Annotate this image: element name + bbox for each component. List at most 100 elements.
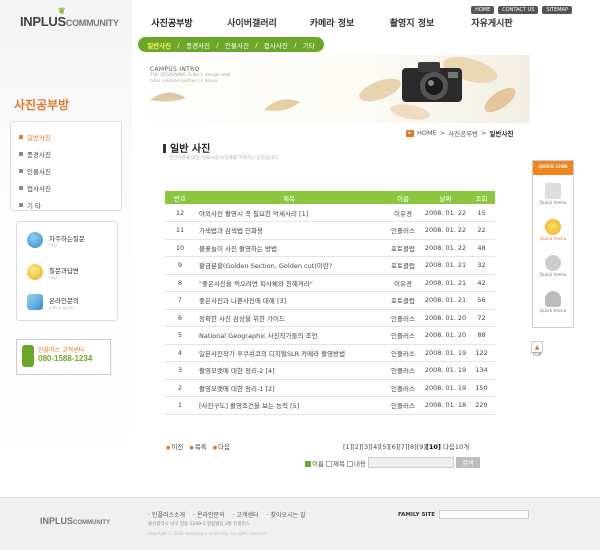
row-views: 22	[468, 221, 495, 240]
subnav-portrait[interactable]: 인물사진	[225, 40, 249, 50]
sidebar-item-etc[interactable]: 기 타	[19, 196, 113, 213]
table-row[interactable]: 2 촬영모랫에 대한 정리-1 [2] 인플러스 2008. 01. 19 150	[165, 379, 495, 397]
row-date: 2008. 01. 18	[423, 396, 468, 415]
tools-icon	[545, 255, 561, 271]
subnav-landscape[interactable]: 풍경사진	[186, 40, 210, 50]
row-author: 인플러스	[383, 344, 423, 362]
footer-copyright: copyright ⓒ 2004 designpara university. …	[148, 531, 268, 536]
quick-menu-3[interactable]: Quick menu	[533, 255, 573, 278]
table-row[interactable]: 6 정확한 사진 감상을 위한 가이드 인플러스 2008. 01. 20 72	[165, 309, 495, 327]
row-title[interactable]: 정확한 사진 감상을 위한 가이드	[195, 309, 383, 327]
row-title[interactable]: [사진구도] 촬영조건을 보는 능력 [5]	[195, 396, 383, 415]
top-link-contact[interactable]: CONTACT US	[498, 6, 539, 14]
row-number: 11	[165, 221, 195, 240]
row-views: 32	[468, 256, 495, 275]
table-row[interactable]: 12 야외사진 촬영시 꼭 필요한 악세사리 [1] 이유경 2008. 01. 22…	[165, 204, 495, 222]
table-row[interactable]: 8 "좋은사진을 찍으려면 피사체와 친해져라" 이유경 2008. 01. 21 42	[165, 274, 495, 292]
table-row[interactable]: 7 좋은사진과 나쁜사진에 대해 [3] 포토클럽 2008. 01. 21 56	[165, 291, 495, 310]
online-inquiry-link[interactable]: 온라인문의 online guide	[27, 294, 79, 310]
next-button[interactable]: 다음	[213, 441, 230, 451]
row-views: 48	[468, 239, 495, 257]
footer-link-directions[interactable]: 찾아오시는 길	[267, 510, 306, 519]
customer-center-box: 인플러스 고객센터 080-1588-1234	[16, 339, 111, 375]
row-title[interactable]: 촬영모랫에 대한 정리-2 [4]	[195, 361, 383, 380]
top-link-home[interactable]: HOME	[471, 6, 495, 14]
row-views: 220	[468, 396, 495, 415]
col-no: 번호	[165, 191, 195, 204]
quick-menu-1[interactable]: Quick menu	[533, 183, 573, 206]
footer-links: 인플러스소개 온라인문의 고객센터 찾아오시는 길	[148, 510, 306, 519]
faq-link[interactable]: 자주하는질문 FAQ	[27, 232, 85, 248]
envelope-icon	[27, 294, 43, 310]
row-title[interactable]: 야외사진 촬영시 꼭 필요한 악세사리 [1]	[195, 204, 383, 222]
table-row[interactable]: 4 일본사진작가 후쿠쉬코의 디지털SLR 카메라 촬영방법 인플러스 2008. 0…	[165, 344, 495, 362]
row-number: 8	[165, 274, 195, 292]
gnb-camera-info[interactable]: 카메라 정보	[292, 16, 372, 29]
breadcrumb: ▸ HOME > 사진공부방 > 일반사진	[406, 128, 513, 138]
row-author: 인플러스	[383, 309, 423, 327]
top-link-sitemap[interactable]: SITEMAP	[542, 6, 572, 14]
top-button[interactable]: ▲ TOP	[531, 341, 543, 358]
search-button[interactable]: 검색	[455, 457, 480, 468]
family-site-select[interactable]	[438, 510, 529, 519]
list-button[interactable]: 목록	[189, 441, 207, 451]
checkbox-icon	[325, 460, 332, 467]
site-logo[interactable]: ❦ INPLUSCOMMUNITY	[20, 6, 119, 29]
row-author: 포토클럽	[383, 239, 423, 257]
qna-link[interactable]: 질문과답변 Q&A	[27, 264, 79, 280]
sidebar-menu: 일반사진 풍경사진 인물사진 접사사진 기 타	[10, 121, 122, 211]
breadcrumb-section[interactable]: 사진공부방	[448, 128, 478, 138]
camera-icon	[402, 62, 462, 102]
leaf-icon	[150, 92, 186, 102]
gnb-cyber-gallery[interactable]: 사이버갤러리	[212, 16, 292, 29]
sidebar-item-macro[interactable]: 접사사진	[19, 179, 113, 196]
banner-title: CAMPUS INTRO	[150, 66, 200, 73]
row-title[interactable]: 황금분할(Golden Section, Golden cut)이란?	[195, 256, 383, 275]
table-row[interactable]: 3 촬영모랫에 대한 정리-2 [4] 인플러스 2008. 01. 19 134	[165, 361, 495, 380]
row-title[interactable]: "좋은사진을 찍으려면 피사체와 친해져라"	[195, 274, 383, 292]
table-row[interactable]: 5 National Geographic 사진작가들의 조언 인플러스 2008. …	[165, 326, 495, 345]
row-date: 2008. 01. 19	[423, 379, 468, 397]
gnb-free-board[interactable]: 자유게시판	[452, 16, 532, 29]
row-views: 134	[468, 361, 495, 380]
subnav-macro[interactable]: 접사사진	[264, 40, 288, 50]
sidebar-item-portrait[interactable]: 인물사진	[19, 162, 113, 179]
search-opt-name[interactable]: 이름	[305, 458, 324, 468]
table-row[interactable]: 1 [사진구도] 촬영조건을 보는 능력 [5] 인플러스 2008. 01. 18 2…	[165, 396, 495, 415]
row-number: 9	[165, 256, 195, 275]
row-title[interactable]: 촬영모랫에 대한 정리-1 [2]	[195, 379, 383, 397]
row-views: 122	[468, 344, 495, 362]
row-title[interactable]: 가색법과 감색법 인화용	[195, 221, 383, 240]
row-views: 56	[468, 291, 495, 310]
search-input[interactable]	[367, 457, 454, 468]
gnb-location-info[interactable]: 촬영지 정보	[372, 16, 452, 29]
footer-link-support[interactable]: 고객센터	[233, 510, 259, 519]
gnb-photo-study[interactable]: 사진공부방	[132, 16, 212, 29]
family-site: FAMILY SITE	[398, 510, 529, 519]
sidebar-item-landscape[interactable]: 풍경사진	[19, 145, 113, 162]
help-links: 자주하는질문 FAQ 질문과답변 Q&A 온라인문의 online guide	[16, 221, 118, 321]
footer-link-inquiry[interactable]: 온라인문의	[193, 510, 225, 519]
subnav-general[interactable]: 일반사진	[147, 40, 171, 50]
table-row[interactable]: 9 황금분할(Golden Section, Golden cut)이란? 포토클럽…	[165, 256, 495, 275]
row-title[interactable]: 좋은사진과 나쁜사진에 대해 [3]	[195, 291, 383, 310]
table-row[interactable]: 10 불꽃놀이 사진 촬영하는 방법 포토클럽 2008. 01. 22 48	[165, 239, 495, 257]
pagination[interactable]: [1][2][3][4][5][6][7][8][9][10] 다음10개	[343, 441, 469, 451]
search-opt-content[interactable]: 내용	[346, 458, 366, 468]
sidebar-item-general[interactable]: 일반사진	[19, 128, 113, 145]
quick-menu-4[interactable]: Quick menu	[533, 291, 573, 314]
quick-link-title: QUICK LINK	[533, 161, 573, 175]
subnav-etc[interactable]: 기타	[303, 40, 315, 50]
row-number: 4	[165, 344, 195, 362]
prev-button[interactable]: 이전	[166, 441, 183, 451]
footer-link-about[interactable]: 인플러스소개	[148, 510, 185, 519]
table-row[interactable]: 11 가색법과 감색법 인화용 인플러스 2008. 01. 22 22	[165, 221, 495, 240]
sub-nav: 일반사진 / 풍경사진 / 인물사진 / 접사사진 / 기타	[138, 37, 324, 52]
breadcrumb-home[interactable]: HOME	[417, 129, 437, 137]
row-title[interactable]: 일본사진작가 후쿠쉬코의 디지털SLR 카메라 촬영방법	[195, 344, 383, 362]
search-opt-title[interactable]: 제목	[325, 458, 345, 468]
banner-copy: THE DESIGNING IS No.1 design web total s…	[150, 73, 231, 84]
row-title[interactable]: National Geographic 사진작가들의 조언	[195, 326, 383, 345]
quick-menu-2[interactable]: Quick menu	[533, 219, 573, 242]
row-title[interactable]: 불꽃놀이 사진 촬영하는 방법	[195, 239, 383, 257]
